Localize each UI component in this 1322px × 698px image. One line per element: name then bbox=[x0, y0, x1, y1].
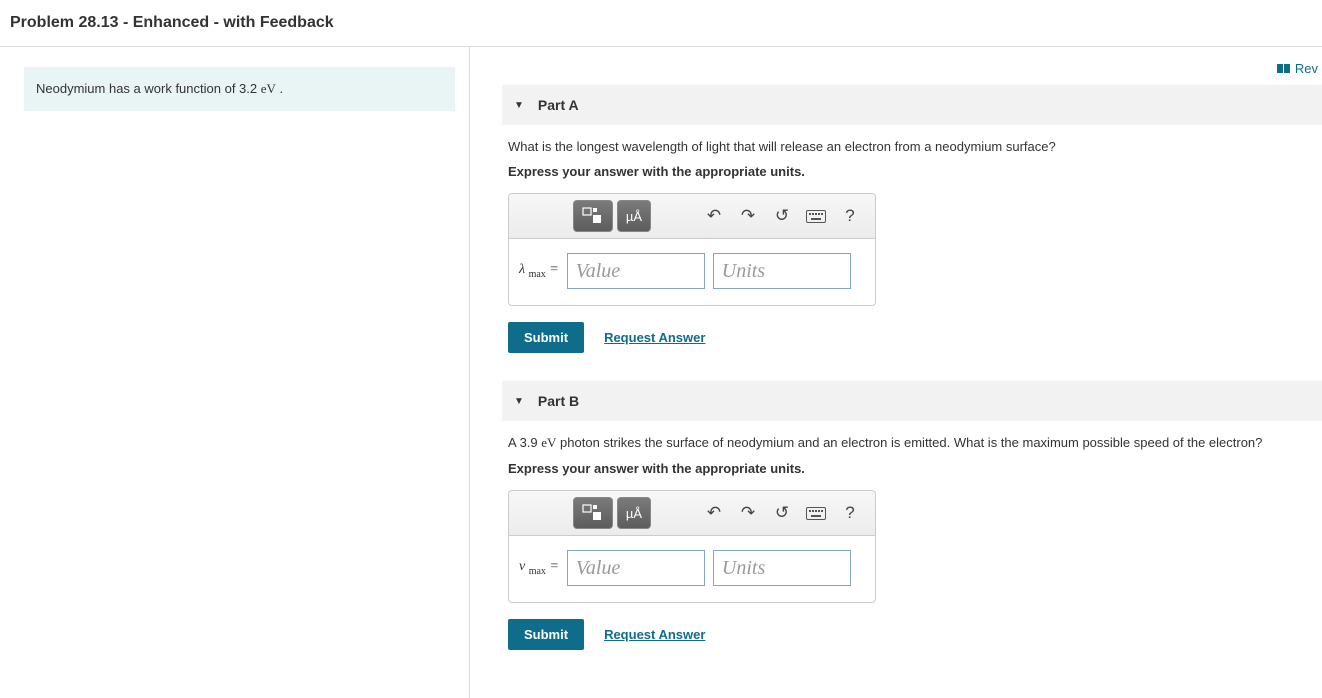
part-a-instruction: Express your answer with the appropriate… bbox=[508, 164, 1318, 179]
keyboard-icon[interactable] bbox=[799, 497, 833, 529]
problem-statement: Neodymium has a work function of 3.2 eV … bbox=[24, 67, 455, 111]
undo-icon[interactable]: ↶ bbox=[697, 200, 731, 232]
templates-button[interactable] bbox=[573, 497, 613, 529]
part-a-answer-box: µÅ ↶ ↷ ↺ ? λ max = bbox=[508, 193, 876, 306]
reset-icon[interactable]: ↺ bbox=[765, 497, 799, 529]
part-b-instruction: Express your answer with the appropriate… bbox=[508, 461, 1318, 476]
part-b-question: A 3.9 eV photon strikes the surface of n… bbox=[508, 435, 1318, 451]
part-a-units-input[interactable] bbox=[713, 253, 851, 289]
review-link-label: Rev bbox=[1295, 61, 1318, 76]
page-title: Problem 28.13 - Enhanced - with Feedback bbox=[0, 0, 1322, 46]
templates-button[interactable] bbox=[573, 200, 613, 232]
info-prefix: Neodymium has a work function of 3.2 bbox=[36, 81, 261, 96]
info-unit: eV bbox=[261, 81, 276, 96]
redo-icon[interactable]: ↷ bbox=[731, 497, 765, 529]
part-b-submit-button[interactable]: Submit bbox=[508, 619, 584, 650]
part-a-question: What is the longest wavelength of light … bbox=[508, 139, 1318, 154]
part-a-request-answer-link[interactable]: Request Answer bbox=[604, 330, 705, 345]
undo-icon[interactable]: ↶ bbox=[697, 497, 731, 529]
part-b-header[interactable]: ▼ Part B bbox=[502, 381, 1322, 421]
part-a-submit-button[interactable]: Submit bbox=[508, 322, 584, 353]
part-b-answer-box: µÅ ↶ ↷ ↺ ? v max = bbox=[508, 490, 876, 603]
part-b-label: Part B bbox=[538, 393, 579, 409]
keyboard-icon[interactable] bbox=[799, 200, 833, 232]
units-button[interactable]: µÅ bbox=[617, 200, 651, 232]
right-column: Rev ▼ Part A What is the longest wavelen… bbox=[470, 47, 1322, 698]
book-icon bbox=[1277, 63, 1291, 74]
top-link-bar: Rev bbox=[502, 47, 1322, 85]
part-a-value-input[interactable] bbox=[567, 253, 705, 289]
info-suffix: . bbox=[276, 81, 283, 96]
part-b-units-input[interactable] bbox=[713, 550, 851, 586]
part-b-toolbar: µÅ ↶ ↷ ↺ ? bbox=[509, 491, 875, 536]
collapse-icon: ▼ bbox=[514, 396, 524, 407]
left-column: Neodymium has a work function of 3.2 eV … bbox=[0, 47, 470, 698]
part-b-value-input[interactable] bbox=[567, 550, 705, 586]
help-icon[interactable]: ? bbox=[833, 200, 867, 232]
units-button[interactable]: µÅ bbox=[617, 497, 651, 529]
part-a-header[interactable]: ▼ Part A bbox=[502, 85, 1322, 125]
review-link[interactable]: Rev bbox=[1277, 61, 1318, 76]
part-a-label: Part A bbox=[538, 97, 579, 113]
part-a-variable-label: λ max = bbox=[519, 262, 559, 280]
help-icon[interactable]: ? bbox=[833, 497, 867, 529]
part-a: ▼ Part A What is the longest wavelength … bbox=[502, 85, 1322, 363]
reset-icon[interactable]: ↺ bbox=[765, 200, 799, 232]
part-a-toolbar: µÅ ↶ ↷ ↺ ? bbox=[509, 194, 875, 239]
part-b-variable-label: v max = bbox=[519, 559, 559, 577]
part-b-request-answer-link[interactable]: Request Answer bbox=[604, 627, 705, 642]
part-b: ▼ Part B A 3.9 eV photon strikes the sur… bbox=[502, 381, 1322, 660]
redo-icon[interactable]: ↷ bbox=[731, 200, 765, 232]
collapse-icon: ▼ bbox=[514, 100, 524, 111]
